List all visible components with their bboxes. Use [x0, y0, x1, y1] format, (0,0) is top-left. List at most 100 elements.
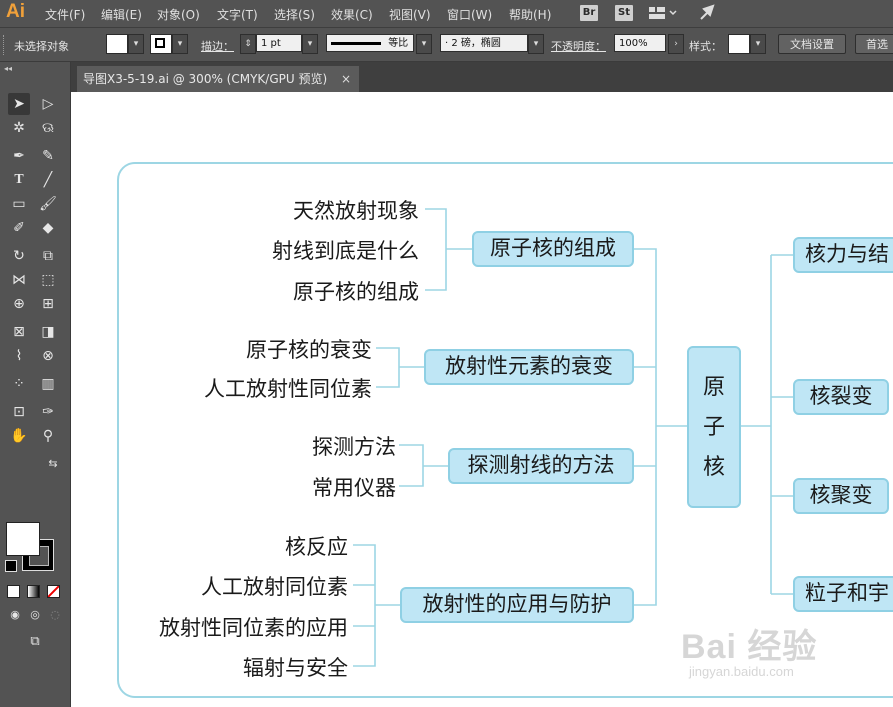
- scale-tool-icon[interactable]: ⧉: [37, 245, 59, 267]
- document-tab[interactable]: 导图X3-5-19.ai @ 300% (CMYK/GPU 预览) ×: [77, 66, 359, 92]
- leaf-node[interactable]: 辐射与安全: [243, 652, 348, 682]
- zoom-tool-icon[interactable]: ⚲: [37, 425, 59, 447]
- style-label: 样式：: [689, 40, 722, 53]
- magic-wand-tool-icon[interactable]: ✲: [8, 117, 30, 139]
- menu-bar: Ai 文件(F) 编辑(E) 对象(O) 文字(T) 选择(S) 效果(C) 视…: [0, 0, 893, 28]
- shape-builder-tool-icon[interactable]: ⊕: [8, 293, 30, 315]
- opacity-label[interactable]: 不透明度：: [551, 38, 606, 54]
- mesh-tool-icon[interactable]: ⊠: [8, 321, 30, 343]
- baidu-watermark-url: jingyan.baidu.com: [689, 664, 794, 679]
- opacity-field[interactable]: 100%: [614, 34, 666, 52]
- brush-definition[interactable]: · 2 磅，椭圆: [440, 34, 528, 52]
- gradient-tool-icon[interactable]: ◨: [37, 321, 59, 343]
- leaf-node[interactable]: 原子核的衰变: [246, 334, 372, 364]
- color-mode-icon[interactable]: [7, 585, 20, 598]
- screen-mode-icon[interactable]: ⧉: [24, 631, 46, 653]
- preferences-button[interactable]: 首选: [855, 34, 893, 54]
- selection-tool-icon[interactable]: ➤: [8, 93, 30, 115]
- lasso-tool-icon[interactable]: ଊ: [37, 117, 59, 139]
- leaf-node[interactable]: 射线到底是什么: [272, 235, 419, 265]
- rectangle-tool-icon[interactable]: ▭: [8, 193, 30, 215]
- stroke-weight-stepper[interactable]: ⇕: [240, 34, 256, 54]
- direct-selection-tool-icon[interactable]: ▷: [37, 93, 59, 115]
- width-tool-icon[interactable]: ⋈: [8, 269, 30, 291]
- stroke-label[interactable]: 描边：: [201, 38, 234, 54]
- bridge-button[interactable]: Br: [580, 5, 598, 21]
- branch-node-particles-universe[interactable]: 粒子和宇: [793, 576, 893, 612]
- draw-inside-icon[interactable]: ◌: [44, 604, 66, 626]
- curvature-tool-icon[interactable]: ✎: [37, 145, 59, 167]
- draw-behind-icon[interactable]: ◎: [24, 604, 46, 626]
- eraser-tool-icon[interactable]: ◆: [37, 217, 59, 239]
- menu-edit[interactable]: 编辑(E): [101, 6, 142, 23]
- line-tool-icon[interactable]: ╱: [37, 169, 59, 191]
- document-tab-title: 导图X3-5-19.ai @ 300% (CMYK/GPU 预览): [83, 72, 328, 86]
- shaper-tool-icon[interactable]: ✐: [8, 217, 30, 239]
- stock-button[interactable]: St: [615, 5, 633, 21]
- center-node[interactable]: 原子核: [687, 346, 741, 508]
- menu-select[interactable]: 选择(S): [274, 6, 315, 23]
- eyedropper-tool-icon[interactable]: ⌇: [8, 345, 30, 367]
- style-dropdown[interactable]: ▾: [750, 34, 766, 54]
- branch-node-fusion[interactable]: 核聚变: [793, 478, 889, 514]
- opacity-arrow[interactable]: ›: [668, 34, 684, 54]
- stroke-swatch[interactable]: [150, 34, 172, 54]
- close-icon[interactable]: ×: [341, 66, 351, 92]
- menu-window[interactable]: 窗口(W): [447, 6, 492, 23]
- column-graph-tool-icon[interactable]: ▥: [37, 373, 59, 395]
- branch-node-detection-methods[interactable]: 探测射线的方法: [448, 448, 634, 484]
- default-colors-icon[interactable]: [5, 560, 17, 572]
- hand-tool-icon[interactable]: ✋: [8, 425, 30, 447]
- leaf-node[interactable]: 核反应: [285, 531, 348, 561]
- variable-width-profile[interactable]: 等比: [326, 34, 414, 52]
- branch-node-fission[interactable]: 核裂变: [793, 379, 889, 415]
- collapse-panel-icon[interactable]: ◂◂: [4, 64, 12, 73]
- profile-label: 等比: [388, 38, 409, 49]
- free-transform-tool-icon[interactable]: ⬚: [37, 269, 59, 291]
- symbol-sprayer-tool-icon[interactable]: ⁘: [8, 373, 30, 395]
- branch-node-applications-protection[interactable]: 放射性的应用与防护: [400, 587, 634, 623]
- gradient-mode-icon[interactable]: [27, 585, 40, 598]
- branch-node-nucleus-composition[interactable]: 原子核的组成: [472, 231, 634, 267]
- paintbrush-tool-icon[interactable]: 🖌: [37, 193, 59, 215]
- stroke-weight-field[interactable]: 1 pt: [256, 34, 302, 52]
- rotate-tool-icon[interactable]: ↻: [8, 245, 30, 267]
- perspective-grid-tool-icon[interactable]: ⊞: [37, 293, 59, 315]
- slice-tool-icon[interactable]: ✑: [37, 401, 59, 423]
- menu-type[interactable]: 文字(T): [217, 6, 258, 23]
- leaf-node[interactable]: 人工放射性同位素: [204, 373, 372, 403]
- fill-dropdown[interactable]: ▾: [128, 34, 144, 54]
- document-setup-button[interactable]: 文档设置: [778, 34, 846, 54]
- pen-tool-icon[interactable]: ✒: [8, 145, 30, 167]
- blend-tool-icon[interactable]: ⊗: [37, 345, 59, 367]
- leaf-node[interactable]: 人工放射同位素: [201, 571, 348, 601]
- workspace-layout-icon[interactable]: [648, 5, 678, 21]
- leaf-node[interactable]: 原子核的组成: [293, 276, 419, 306]
- fill-swatch[interactable]: [106, 34, 128, 54]
- profile-dropdown[interactable]: ▾: [416, 34, 432, 54]
- menu-effect[interactable]: 效果(C): [331, 6, 373, 23]
- fill-color-box[interactable]: [6, 522, 40, 556]
- type-tool-icon[interactable]: T: [8, 169, 30, 191]
- menu-view[interactable]: 视图(V): [389, 6, 431, 23]
- leaf-node[interactable]: 天然放射现象: [293, 195, 419, 225]
- menu-file[interactable]: 文件(F): [45, 6, 85, 23]
- branch-node-nuclear-force[interactable]: 核力与结: [793, 237, 893, 273]
- branch-node-radioactive-decay[interactable]: 放射性元素的衰变: [424, 349, 634, 385]
- sync-rocket-icon[interactable]: [698, 4, 718, 22]
- brush-dropdown[interactable]: ▾: [528, 34, 544, 54]
- document-tab-bar: 导图X3-5-19.ai @ 300% (CMYK/GPU 预览) ×: [71, 62, 893, 92]
- menu-object[interactable]: 对象(O): [157, 6, 200, 23]
- leaf-node[interactable]: 常用仪器: [312, 472, 396, 502]
- style-swatch[interactable]: [728, 34, 750, 54]
- leaf-node[interactable]: 放射性同位素的应用: [159, 612, 348, 642]
- swap-fill-stroke-icon[interactable]: ⇆: [46, 457, 60, 471]
- leaf-node[interactable]: 探测方法: [312, 431, 396, 461]
- menu-help[interactable]: 帮助(H): [509, 6, 551, 23]
- stroke-weight-dropdown[interactable]: ▾: [302, 34, 318, 54]
- artboard-tool-icon[interactable]: ⊡: [8, 401, 30, 423]
- draw-normal-icon[interactable]: ◉: [4, 604, 26, 626]
- artboard-canvas[interactable]: 天然放射现象 射线到底是什么 原子核的组成 原子核的组成 原子核的衰变 人工放射…: [71, 92, 893, 707]
- none-mode-icon[interactable]: [47, 585, 60, 598]
- stroke-dropdown[interactable]: ▾: [172, 34, 188, 54]
